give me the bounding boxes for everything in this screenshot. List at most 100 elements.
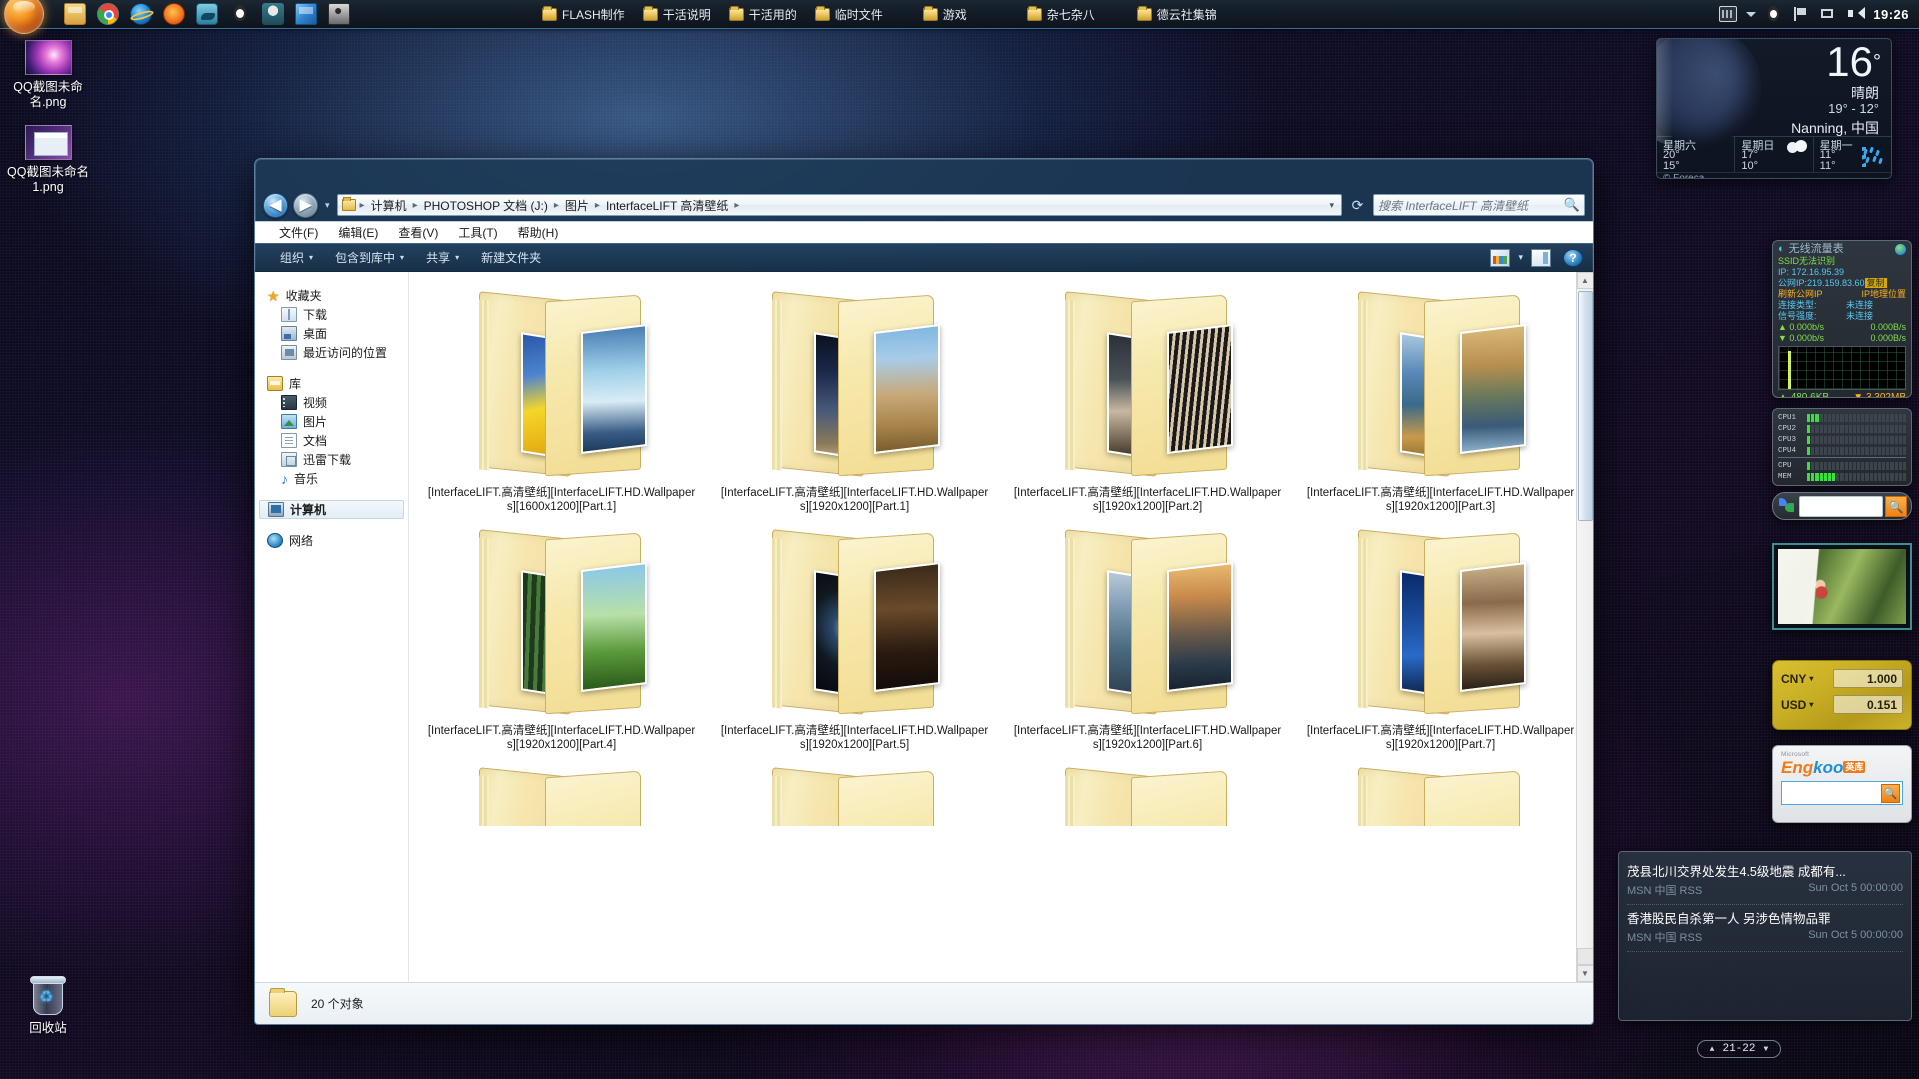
- sidebar-item-libraries[interactable]: 库: [255, 374, 408, 393]
- keyboard-icon[interactable]: [1719, 6, 1738, 22]
- network-traffic-gadget[interactable]: ◐ 无线流量表 SSID无法识别 IP: 172.16.95.39 公网IP:2…: [1772, 240, 1912, 398]
- menu-tools[interactable]: 工具(T): [448, 222, 507, 243]
- desktop-icon-qq-screenshot-2[interactable]: QQ截图未命名1.png: [0, 125, 96, 195]
- views-icon[interactable]: [1490, 248, 1511, 267]
- engkoo-search-input[interactable]: 🔍: [1781, 781, 1903, 805]
- taskbar-task[interactable]: 游戏: [917, 3, 977, 26]
- file-item[interactable]: [1294, 760, 1587, 840]
- search-input[interactable]: [1799, 495, 1883, 517]
- file-item[interactable]: [InterfaceLIFT.高清壁纸][InterfaceLIFT.HD.Wa…: [708, 522, 1001, 760]
- vertical-scrollbar[interactable]: ▲ ▼: [1576, 272, 1593, 982]
- breadcrumb-item-drive[interactable]: PHOTOSHOP 文档 (J:): [420, 195, 552, 215]
- currency-from-value[interactable]: 1.000: [1833, 669, 1903, 688]
- sidebar-item-favorites[interactable]: ★ 收藏夹: [255, 286, 408, 305]
- sidebar-item-desktop[interactable]: 桌面: [255, 324, 408, 343]
- engkoo-search-button[interactable]: 🔍: [1881, 783, 1900, 803]
- breadcrumb-item-current[interactable]: InterfaceLIFT 高清壁纸: [602, 195, 732, 215]
- desktop-icon-qq-screenshot-1[interactable]: QQ截图未命名.png: [0, 40, 96, 110]
- start-button[interactable]: [0, 0, 56, 34]
- sidebar-item-downloads[interactable]: 下载: [255, 305, 408, 324]
- scroll-up-arrow-icon[interactable]: ▲: [1576, 272, 1593, 289]
- sidebar-item-videos[interactable]: 视频: [255, 393, 408, 412]
- chevron-up-icon[interactable]: [1746, 11, 1757, 17]
- sidebar-item-documents[interactable]: 文档: [255, 431, 408, 450]
- menu-view[interactable]: 查看(V): [388, 222, 448, 243]
- taskbar-task[interactable]: FLASH制作: [536, 3, 635, 26]
- taskbar-task[interactable]: 杂七杂八: [1021, 3, 1105, 26]
- refresh-public-ip-button[interactable]: 刷新公网IP: [1778, 289, 1823, 300]
- file-item[interactable]: [InterfaceLIFT.高清壁纸][InterfaceLIFT.HD.Wa…: [1294, 284, 1587, 522]
- scroll-down-arrow-icon[interactable]: ▼: [1576, 965, 1593, 982]
- volume-icon[interactable]: [1846, 6, 1866, 22]
- chrome-icon[interactable]: [97, 3, 119, 25]
- dolphin-icon[interactable]: [196, 3, 218, 25]
- network-icon[interactable]: [1819, 6, 1837, 22]
- time-range-selector[interactable]: ▲ 21-22 ▼: [1697, 1040, 1781, 1058]
- new-folder-button[interactable]: 新建文件夹: [470, 245, 552, 270]
- qq-tray-icon[interactable]: [1765, 6, 1783, 22]
- help-icon[interactable]: ?: [1563, 248, 1583, 267]
- explorer-icon[interactable]: [64, 3, 86, 25]
- file-item[interactable]: [InterfaceLIFT.高清壁纸][InterfaceLIFT.HD.Wa…: [1001, 522, 1294, 760]
- photo-slideshow-gadget[interactable]: [1772, 543, 1912, 630]
- chevron-down-icon[interactable]: ▾: [1518, 252, 1523, 263]
- recent-pages-dropdown[interactable]: ▾: [325, 200, 330, 211]
- cpu-meter-gadget[interactable]: CPU1 CPU2 CPU3 CPU4 CPU MEM: [1772, 408, 1912, 486]
- sidebar-item-recent-places[interactable]: 最近访问的位置: [255, 343, 408, 362]
- currency-converter-gadget[interactable]: CNY ▾ 1.000 USD ▾ 0.151: [1772, 660, 1912, 730]
- currency-to-value[interactable]: 0.151: [1833, 695, 1903, 714]
- weather-gadget[interactable]: 16° 晴朗 19° - 12° Nanning, 中国 星期六 20° 15° …: [1656, 38, 1892, 179]
- preview-pane-icon[interactable]: [1531, 248, 1551, 267]
- rss-feed-gadget[interactable]: 茂县北川交界处发生4.5级地震 成都有... MSN 中国 RSS Sun Oc…: [1618, 851, 1912, 1021]
- share-button[interactable]: 共享 ▾: [415, 245, 470, 270]
- firefox-icon[interactable]: [163, 3, 185, 25]
- rss-item[interactable]: 香港股民自杀第一人 另涉色情物品罪 MSN 中国 RSS Sun Oct 5 0…: [1627, 905, 1903, 952]
- taskbar-task[interactable]: 干活说明: [637, 3, 721, 26]
- taskbar-task[interactable]: 干活用的: [723, 3, 807, 26]
- scrollbar-thumb[interactable]: [1577, 291, 1593, 521]
- taskbar-task[interactable]: 德云社集锦: [1131, 3, 1227, 26]
- file-item[interactable]: [708, 760, 1001, 840]
- file-item[interactable]: [InterfaceLIFT.高清壁纸][InterfaceLIFT.HD.Wa…: [708, 284, 1001, 522]
- ie-icon[interactable]: [130, 3, 152, 25]
- menu-edit[interactable]: 编辑(E): [328, 222, 388, 243]
- refresh-button[interactable]: ⟳: [1347, 195, 1368, 216]
- google-search-gadget[interactable]: 🔍: [1772, 492, 1912, 520]
- engkoo-gadget[interactable]: Microsoft Engkoo 英库 🔍: [1772, 745, 1912, 823]
- scroll-down-arrow-icon[interactable]: ▼: [1764, 1045, 1769, 1054]
- file-item[interactable]: [InterfaceLIFT.高清壁纸][InterfaceLIFT.HD.Wa…: [415, 522, 708, 760]
- clock[interactable]: 19:26: [1873, 7, 1909, 22]
- ip-geo-button[interactable]: IP地理位置: [1861, 289, 1906, 300]
- forward-button[interactable]: ▶: [293, 192, 318, 218]
- currency-to-select[interactable]: USD ▾: [1781, 698, 1827, 712]
- menu-file[interactable]: 文件(F): [269, 222, 328, 243]
- sidebar-item-pictures[interactable]: 图片: [255, 412, 408, 431]
- sidebar-item-xunlei[interactable]: 迅雷下载: [255, 450, 408, 469]
- scrollbar-split-handle[interactable]: [1576, 948, 1593, 965]
- file-item[interactable]: [InterfaceLIFT.高清壁纸][InterfaceLIFT.HD.Wa…: [1294, 522, 1587, 760]
- copy-button[interactable]: 复制: [1864, 278, 1887, 288]
- breadcrumb[interactable]: ▸ 计算机 ▸ PHOTOSHOP 文档 (J:) ▸ 图片 ▸ Interfa…: [336, 194, 1342, 216]
- window-titlebar[interactable]: [255, 159, 1593, 189]
- breadcrumb-item-pictures[interactable]: 图片: [561, 195, 593, 215]
- ghost-icon[interactable]: [328, 2, 350, 25]
- include-in-library-button[interactable]: 包含到库中 ▾: [324, 245, 415, 270]
- file-item[interactable]: [InterfaceLIFT.高清壁纸][InterfaceLIFT.HD.Wa…: [415, 284, 708, 522]
- file-item[interactable]: [InterfaceLIFT.高清壁纸][InterfaceLIFT.HD.Wa…: [1001, 284, 1294, 522]
- flag-icon[interactable]: [1792, 6, 1810, 22]
- sidebar-item-music[interactable]: ♪ 音乐: [255, 469, 408, 488]
- search-input[interactable]: 搜索 InterfaceLIFT 高清壁纸 🔍: [1373, 194, 1585, 216]
- menu-help[interactable]: 帮助(H): [508, 222, 569, 243]
- file-item[interactable]: [415, 760, 708, 840]
- organize-button[interactable]: 组织 ▾: [269, 245, 324, 270]
- cube-icon[interactable]: [295, 3, 317, 25]
- person-icon[interactable]: [262, 3, 284, 25]
- file-item[interactable]: [1001, 760, 1294, 840]
- search-button[interactable]: 🔍: [1885, 495, 1907, 517]
- scrollbar-track[interactable]: [1576, 289, 1593, 948]
- scroll-up-arrow-icon[interactable]: ▲: [1710, 1045, 1715, 1054]
- back-button[interactable]: ◀: [263, 192, 288, 218]
- sidebar-item-computer[interactable]: 计算机: [259, 500, 404, 519]
- sidebar-item-network[interactable]: 网络: [255, 531, 408, 550]
- currency-from-select[interactable]: CNY ▾: [1781, 672, 1827, 686]
